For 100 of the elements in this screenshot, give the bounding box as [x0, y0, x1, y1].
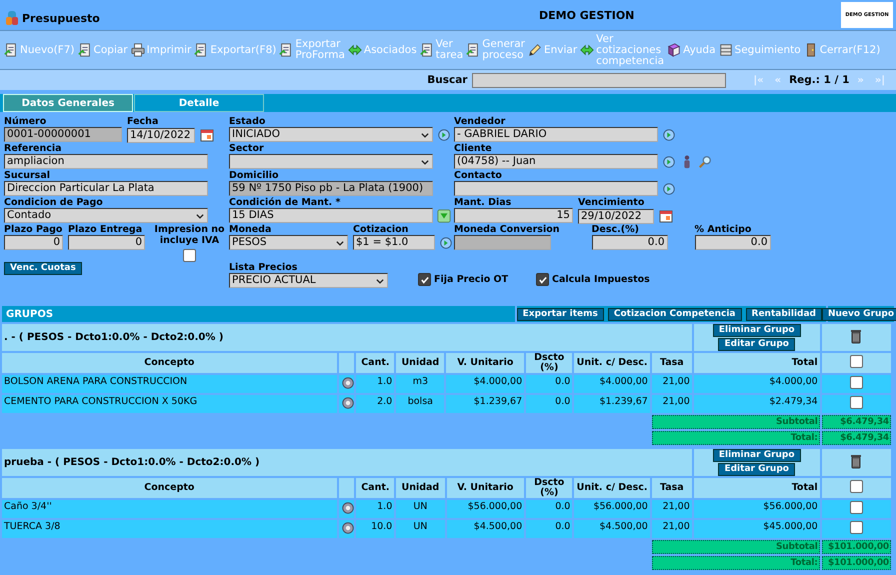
field-label: Plazo Pago: [4, 224, 63, 235]
text-field[interactable]: 0: [68, 235, 145, 250]
field-label: Cliente: [454, 143, 493, 154]
arrow-circle-icon[interactable]: [662, 154, 676, 168]
select-field[interactable]: PRECIO ACTUAL: [229, 273, 388, 288]
book-icon: [667, 43, 682, 57]
table-cell: TUERCA 3/8: [4, 521, 60, 532]
edit-group-button[interactable]: Editar Grupo: [718, 338, 795, 351]
table-cell: $56.000,00: [763, 501, 818, 512]
checkbox[interactable]: [850, 376, 863, 389]
table-cell: $1.239,67: [474, 396, 522, 407]
field-label: Lista Precios: [229, 262, 298, 273]
delete-group-button[interactable]: Eliminar Grupo: [712, 324, 801, 337]
text-field[interactable]: 0.0: [592, 235, 668, 250]
checkbox[interactable]: [850, 480, 863, 493]
action-button[interactable]: Rentabilidad: [746, 308, 822, 320]
field-label: Contacto: [454, 170, 503, 181]
text-field[interactable]: 15 DIAS: [229, 208, 433, 223]
select-field[interactable]: [229, 154, 433, 169]
delete-group-button[interactable]: Eliminar Grupo: [712, 449, 801, 462]
tab[interactable]: Datos Generales: [3, 94, 133, 112]
window-title: Presupuesto: [22, 12, 100, 24]
table-cell: 0.0: [555, 521, 570, 532]
text-field[interactable]: $1 = $1.0: [353, 235, 435, 250]
text-field[interactable]: [454, 181, 658, 196]
select-field[interactable]: PESOS: [229, 235, 348, 250]
column-header: Cant.: [361, 482, 390, 493]
record-counter: Reg.: 1 / 1: [789, 74, 850, 86]
checkbox[interactable]: [850, 396, 863, 409]
funnel-icon[interactable]: [437, 208, 451, 222]
group-header: prueba - ( PESOS - Dcto1:0.0% - Dcto2:0.0% ): [4, 457, 260, 468]
text-field[interactable]: Direccion Particular La Plata: [4, 181, 208, 196]
text-field[interactable]: 29/10/2022: [578, 208, 654, 224]
checkbox[interactable]: [183, 249, 196, 262]
checkbox[interactable]: [418, 273, 431, 286]
column-header: Cant.: [361, 357, 390, 368]
gear-icon[interactable]: [340, 396, 355, 410]
checkbox[interactable]: [850, 521, 863, 534]
printer-icon: [130, 43, 145, 57]
arrow-circle-icon[interactable]: [439, 236, 453, 250]
select-field[interactable]: Contado: [4, 208, 208, 223]
table-cell: 21,00: [662, 521, 690, 532]
document-icon: [194, 43, 208, 57]
search-icon[interactable]: [698, 154, 712, 168]
search-field[interactable]: [472, 72, 726, 88]
table-cell: $1.239,67: [599, 396, 648, 407]
gear-icon[interactable]: [340, 521, 355, 535]
text-field[interactable]: 14/10/2022: [127, 128, 195, 142]
action-button[interactable]: Cotizacion Competencia: [608, 308, 742, 320]
checkbox-label: Calcula Impuestos: [552, 274, 650, 285]
checkbox[interactable]: [850, 501, 863, 514]
field-label: Vendedor: [454, 116, 506, 127]
document-icon: [420, 43, 434, 57]
subtotal-label: Subtotal: [652, 415, 820, 429]
document-icon: [4, 43, 18, 57]
new-group-button[interactable]: Nuevo Grupo: [822, 308, 896, 320]
pencil-icon: [528, 43, 542, 57]
calendar-icon[interactable]: [658, 208, 674, 224]
column-header: Dscto (%): [534, 477, 564, 498]
text-field[interactable]: 0.0: [694, 235, 770, 250]
field-label: Número: [4, 116, 48, 127]
field-label: Domicilio: [229, 170, 280, 181]
gear-icon[interactable]: [340, 376, 355, 390]
gear-icon[interactable]: [340, 501, 355, 515]
field-label: Condición de Mant. *: [229, 197, 342, 208]
arrow-circle-icon[interactable]: [662, 182, 676, 196]
arrows-icon: [580, 43, 594, 57]
arrow-circle-icon[interactable]: [437, 128, 451, 142]
calendar-icon[interactable]: [199, 127, 215, 143]
document-icon: [466, 43, 480, 57]
field-label: Referencia: [4, 143, 63, 154]
action-button[interactable]: Exportar items: [516, 308, 604, 320]
text-field[interactable]: ampliacion: [4, 154, 208, 169]
table-cell: 0.0: [555, 376, 570, 387]
checkbox[interactable]: [850, 355, 863, 368]
installments-button[interactable]: Venc. Cuotas: [4, 262, 82, 275]
field-label: Sucursal: [4, 170, 52, 181]
text-field[interactable]: - GABRIEL DARIO: [454, 127, 658, 142]
tab[interactable]: Detalle: [134, 94, 264, 112]
text-field[interactable]: (04758) -- Juan: [454, 154, 658, 169]
text-field[interactable]: 15: [454, 208, 573, 223]
table-cell: 21,00: [662, 396, 690, 407]
field-label: Mant. Dias: [454, 197, 512, 208]
total-label: Total:: [652, 556, 820, 570]
edit-group-button[interactable]: Editar Grupo: [718, 463, 795, 476]
select-field[interactable]: INICIADO: [229, 127, 433, 142]
boxes-icon: [718, 43, 733, 57]
field-label: Cotizacion: [353, 224, 410, 235]
arrow-circle-icon[interactable]: [662, 128, 676, 142]
column-header: Unidad: [401, 357, 440, 368]
checkbox[interactable]: [536, 273, 549, 286]
total-value: $101.000,00: [822, 556, 891, 570]
table-cell: 1.0: [377, 501, 392, 512]
field-label: Moneda Conversion: [454, 224, 560, 235]
table-cell: bolsa: [408, 396, 433, 407]
column-header: Concepto: [144, 482, 194, 493]
column-header: Unit. c/ Desc.: [576, 357, 648, 368]
text-field[interactable]: 0: [4, 235, 63, 250]
table-cell: UN: [413, 501, 428, 512]
table-cell: $56.000,00: [468, 501, 522, 512]
